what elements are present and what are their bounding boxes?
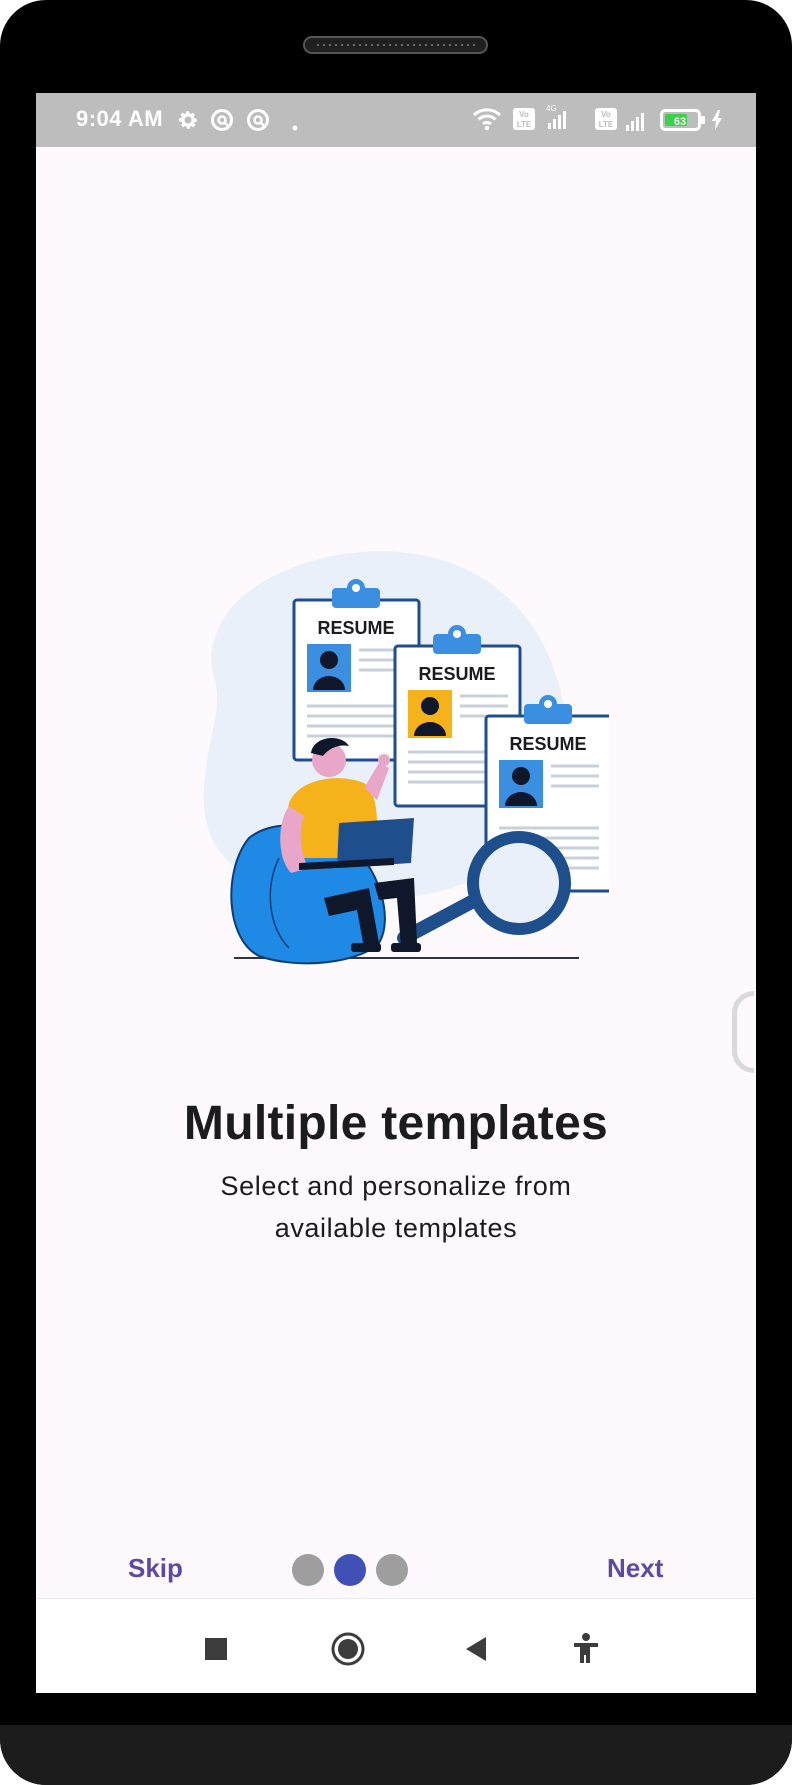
onboarding-illustration: RESUME RESUME RESUME: [179, 538, 613, 968]
phone-speaker: [303, 36, 488, 54]
app-screen: 9:04 AM Vo LTE 4G Vo LTE 63 RESUME RESUM…: [36, 93, 756, 1693]
onboarding-title: Multiple templates: [183, 1097, 609, 1150]
svg-text:Vo: Vo: [601, 110, 611, 119]
vpn-icon: [210, 108, 234, 137]
phone-bottom-bezel: [0, 1725, 792, 1785]
signal-icon: [622, 105, 650, 138]
svg-text:LTE: LTE: [599, 120, 614, 129]
wifi-icon: [472, 106, 502, 137]
vpn-icon: [246, 108, 270, 137]
page-indicator-dot-active[interactable]: [334, 1554, 366, 1586]
volte-icon: Vo LTE: [594, 107, 618, 136]
status-bar: 9:04 AM Vo LTE 4G Vo LTE 63: [36, 93, 756, 147]
back-icon[interactable]: [456, 1629, 496, 1669]
resume-card-label: RESUME: [418, 664, 495, 684]
recents-icon[interactable]: [196, 1629, 236, 1669]
page-indicator-dot[interactable]: [376, 1554, 408, 1586]
svg-text:LTE: LTE: [517, 120, 532, 129]
volte-icon: Vo LTE: [512, 107, 536, 136]
battery-icon: 63: [660, 109, 706, 136]
system-navigation-bar: [36, 1598, 756, 1693]
resume-card-label: RESUME: [317, 618, 394, 638]
onboarding-subtitle: Select and personalize from available te…: [220, 1171, 572, 1243]
next-button[interactable]: Next: [607, 1553, 663, 1584]
signal-icon: 4G: [542, 103, 572, 136]
accessibility-icon[interactable]: [566, 1629, 606, 1669]
status-time: 9:04 AM: [76, 106, 164, 131]
battery-level: 63: [674, 116, 686, 128]
svg-text:4G: 4G: [546, 104, 557, 113]
edge-panel-handle[interactable]: [732, 991, 754, 1073]
home-icon[interactable]: [328, 1629, 368, 1669]
phone-frame: 9:04 AM Vo LTE 4G Vo LTE 63 RESUME RESUM…: [0, 0, 792, 1785]
resume-card-label: RESUME: [509, 734, 586, 754]
gear-icon: [176, 108, 200, 137]
svg-text:Vo: Vo: [519, 110, 529, 119]
page-indicator-dot[interactable]: [292, 1554, 324, 1586]
skip-button[interactable]: Skip: [128, 1553, 183, 1584]
charging-icon: [710, 109, 724, 136]
dot-icon: [292, 118, 298, 136]
